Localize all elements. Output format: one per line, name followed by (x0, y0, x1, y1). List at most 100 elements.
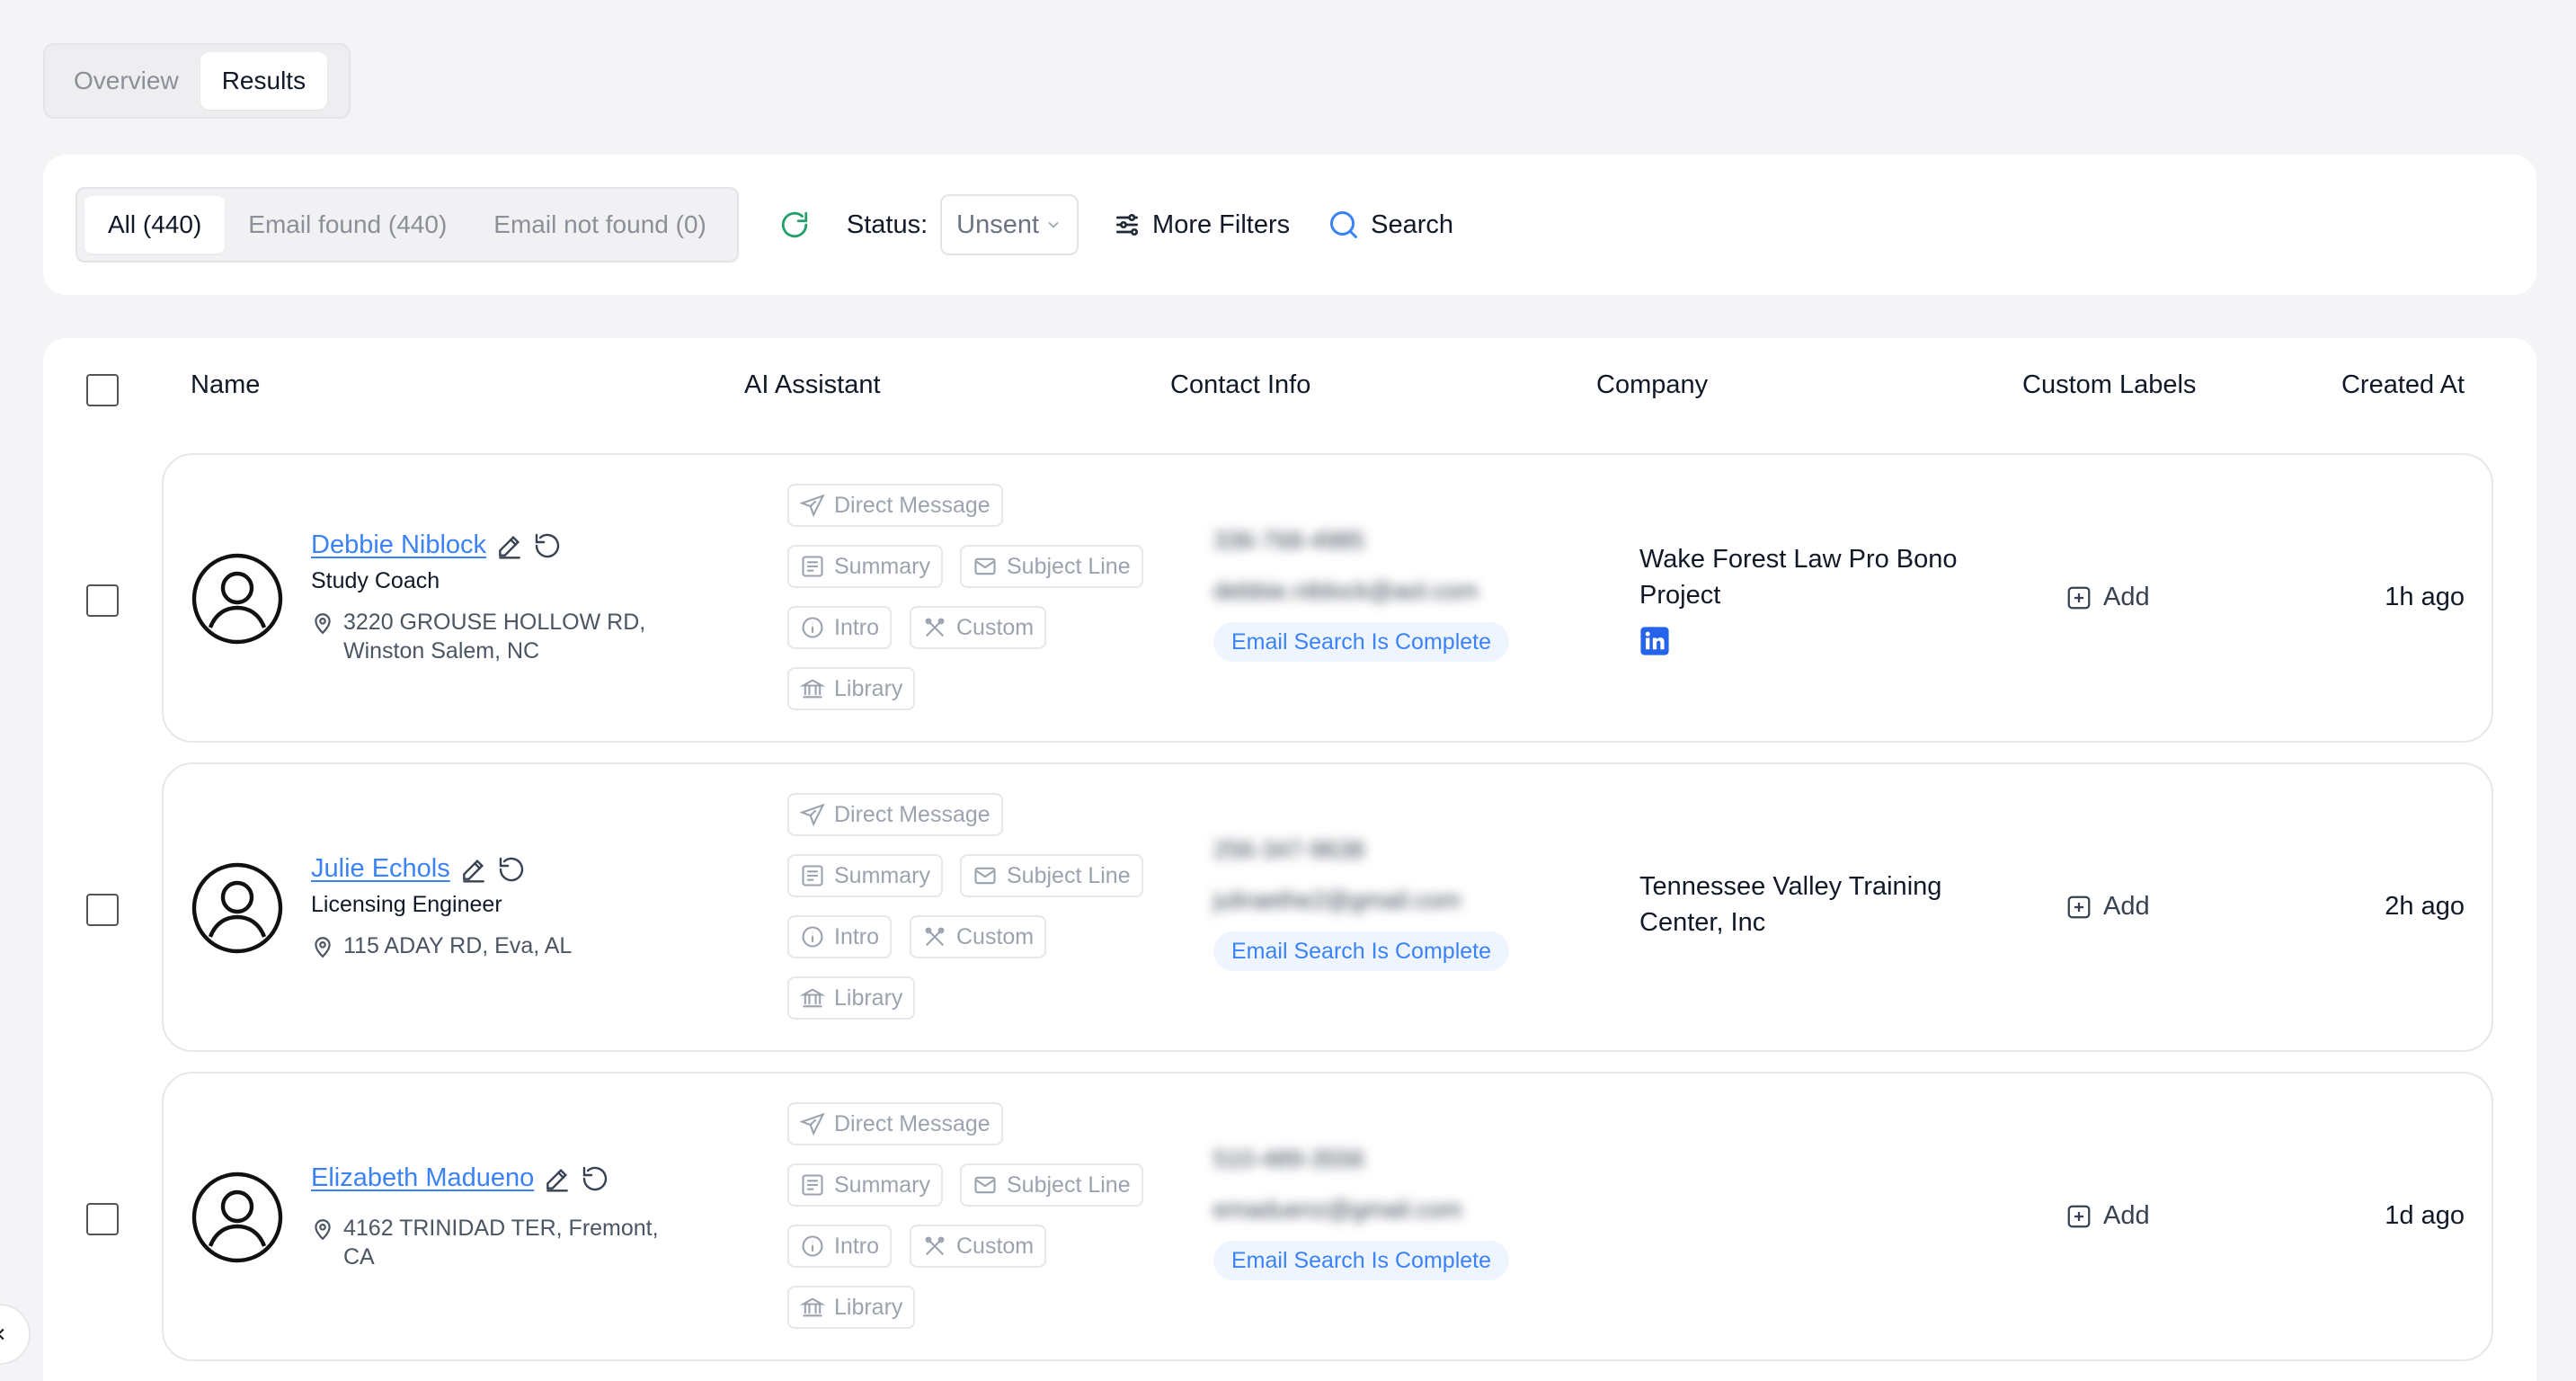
ai-intro-button[interactable]: Intro (787, 1225, 893, 1268)
send-icon (800, 494, 825, 518)
contact-name-link[interactable]: Julie Echols (311, 854, 450, 884)
row-checkbox[interactable] (86, 584, 119, 617)
segment-email-found[interactable]: Email found (440) (225, 196, 470, 254)
header-created-at[interactable]: Created At (2341, 370, 2465, 400)
header-custom-labels: Custom Labels (2022, 370, 2197, 399)
tab-overview[interactable]: Overview (52, 52, 200, 110)
add-label-button[interactable]: Add (2065, 1201, 2150, 1231)
email-status-badge: Email Search Is Complete (1213, 931, 1510, 971)
header-ai-assistant: AI Assistant (744, 370, 881, 399)
mail-icon (974, 867, 996, 885)
summary-icon (802, 556, 823, 577)
plus-square-icon (2067, 895, 2091, 918)
ai-summary-button[interactable]: Summary (787, 545, 943, 588)
ai-subject-line-button[interactable]: Subject Line (960, 545, 1143, 588)
ai-intro-button[interactable]: Intro (787, 606, 893, 649)
tools-icon (925, 1236, 945, 1256)
pencil-icon[interactable] (459, 855, 488, 884)
tools-icon (925, 927, 945, 947)
ai-direct-message-button[interactable]: Direct Message (787, 1102, 1003, 1145)
email-status-badge: Email Search Is Complete (1213, 1241, 1510, 1280)
row-checkbox[interactable] (86, 894, 119, 926)
pencil-icon[interactable] (543, 1164, 572, 1193)
created-at: 2h ago (2385, 892, 2465, 921)
summary-icon (802, 1174, 823, 1196)
ai-library-button[interactable]: Library (787, 1286, 916, 1329)
search-button[interactable]: Search (1328, 209, 1453, 241)
ai-summary-button[interactable]: Summary (787, 854, 943, 897)
ai-custom-button[interactable]: Custom (910, 915, 1047, 958)
plus-square-icon (2067, 1205, 2091, 1227)
rotate-icon[interactable] (497, 855, 526, 884)
linkedin-icon[interactable] (1639, 626, 1670, 656)
map-pin-icon (315, 613, 331, 635)
more-filters-label: More Filters (1152, 209, 1291, 239)
info-icon (802, 617, 823, 638)
user-avatar-icon (191, 862, 283, 954)
add-label-button[interactable]: Add (2065, 583, 2150, 612)
contact-name-link[interactable]: Debbie Niblock (311, 530, 486, 560)
refresh-icon[interactable] (777, 207, 813, 243)
map-pin-icon (315, 1219, 331, 1241)
company-name: Tennessee Valley Training Center, Inc (1639, 872, 1942, 937)
ai-direct-message-button[interactable]: Direct Message (787, 484, 1003, 527)
contact-email: emaduenz@gmail.com (1213, 1196, 1462, 1223)
header-name[interactable]: Name (191, 370, 260, 400)
ai-library-button[interactable]: Library (787, 976, 916, 1020)
mail-icon (974, 557, 996, 575)
contact-location: 115 ADAY RD, Eva, AL (311, 931, 671, 960)
ai-custom-button[interactable]: Custom (910, 1225, 1047, 1268)
table-row: Debbie Niblock Study Coach 3220 GROUSE H… (162, 453, 2493, 743)
select-all-checkbox[interactable] (86, 374, 119, 406)
filter-bar: All (440) Email found (440) Email not fo… (43, 155, 2536, 295)
plus-square-icon (2067, 586, 2091, 609)
ai-library-button[interactable]: Library (787, 667, 916, 710)
collapse-sidebar-button[interactable] (0, 1304, 31, 1365)
row-checkbox[interactable] (86, 1203, 119, 1235)
map-pin-icon (315, 937, 331, 958)
ai-custom-button[interactable]: Custom (910, 606, 1047, 649)
email-filter-segments: All (440) Email found (440) Email not fo… (76, 187, 739, 263)
ai-summary-button[interactable]: Summary (787, 1163, 943, 1207)
company-name: Wake Forest Law Pro Bono Project (1639, 545, 1958, 610)
user-avatar-icon (191, 1172, 283, 1263)
contact-phone: 510-489-3556 (1213, 1145, 1365, 1172)
status-select-value: Unsent (956, 209, 1040, 239)
mail-icon (974, 1176, 996, 1194)
ai-subject-line-button[interactable]: Subject Line (960, 1163, 1143, 1207)
rotate-icon[interactable] (581, 1164, 609, 1193)
created-at: 1h ago (2385, 583, 2465, 611)
contact-location: 4162 TRINIDAD TER, Fremont, CA (311, 1214, 671, 1271)
contact-email: debbie.niblock@aol.com (1213, 577, 1479, 604)
tools-icon (925, 618, 945, 637)
info-icon (802, 1235, 823, 1257)
ai-subject-line-button[interactable]: Subject Line (960, 854, 1143, 897)
chevron-left-icon (0, 1328, 4, 1341)
search-icon (1330, 211, 1358, 238)
library-icon (800, 679, 825, 699)
segment-all[interactable]: All (440) (84, 196, 226, 254)
summary-icon (802, 865, 823, 887)
search-label: Search (1371, 209, 1453, 239)
contact-phone: 256-347-9638 (1213, 836, 1365, 863)
status-select[interactable]: Unsent (940, 194, 1079, 255)
rotate-icon[interactable] (533, 531, 562, 560)
info-icon (802, 926, 823, 948)
contact-phone: 336-768-4985 (1213, 527, 1365, 554)
created-at: 1d ago (2385, 1201, 2465, 1230)
chevron-down-icon (1048, 221, 1059, 228)
pencil-icon[interactable] (495, 531, 524, 560)
user-avatar-icon (191, 553, 283, 645)
contact-name-link[interactable]: Elizabeth Madueno (311, 1163, 534, 1193)
segment-email-not-found[interactable]: Email not found (0) (470, 196, 730, 254)
more-filters-button[interactable]: More Filters (1113, 210, 1290, 240)
results-table: Name AI Assistant Contact Info Company C… (43, 338, 2536, 1381)
ai-direct-message-button[interactable]: Direct Message (787, 793, 1003, 836)
contact-email: juliraethe2@gmail.com (1213, 887, 1461, 913)
library-icon (800, 1297, 825, 1317)
table-row: Elizabeth Madueno 4162 TRINIDAD TER, Fre… (162, 1072, 2493, 1361)
send-icon (800, 1112, 825, 1136)
ai-intro-button[interactable]: Intro (787, 915, 893, 958)
add-label-button[interactable]: Add (2065, 892, 2150, 922)
tab-results[interactable]: Results (200, 52, 328, 110)
